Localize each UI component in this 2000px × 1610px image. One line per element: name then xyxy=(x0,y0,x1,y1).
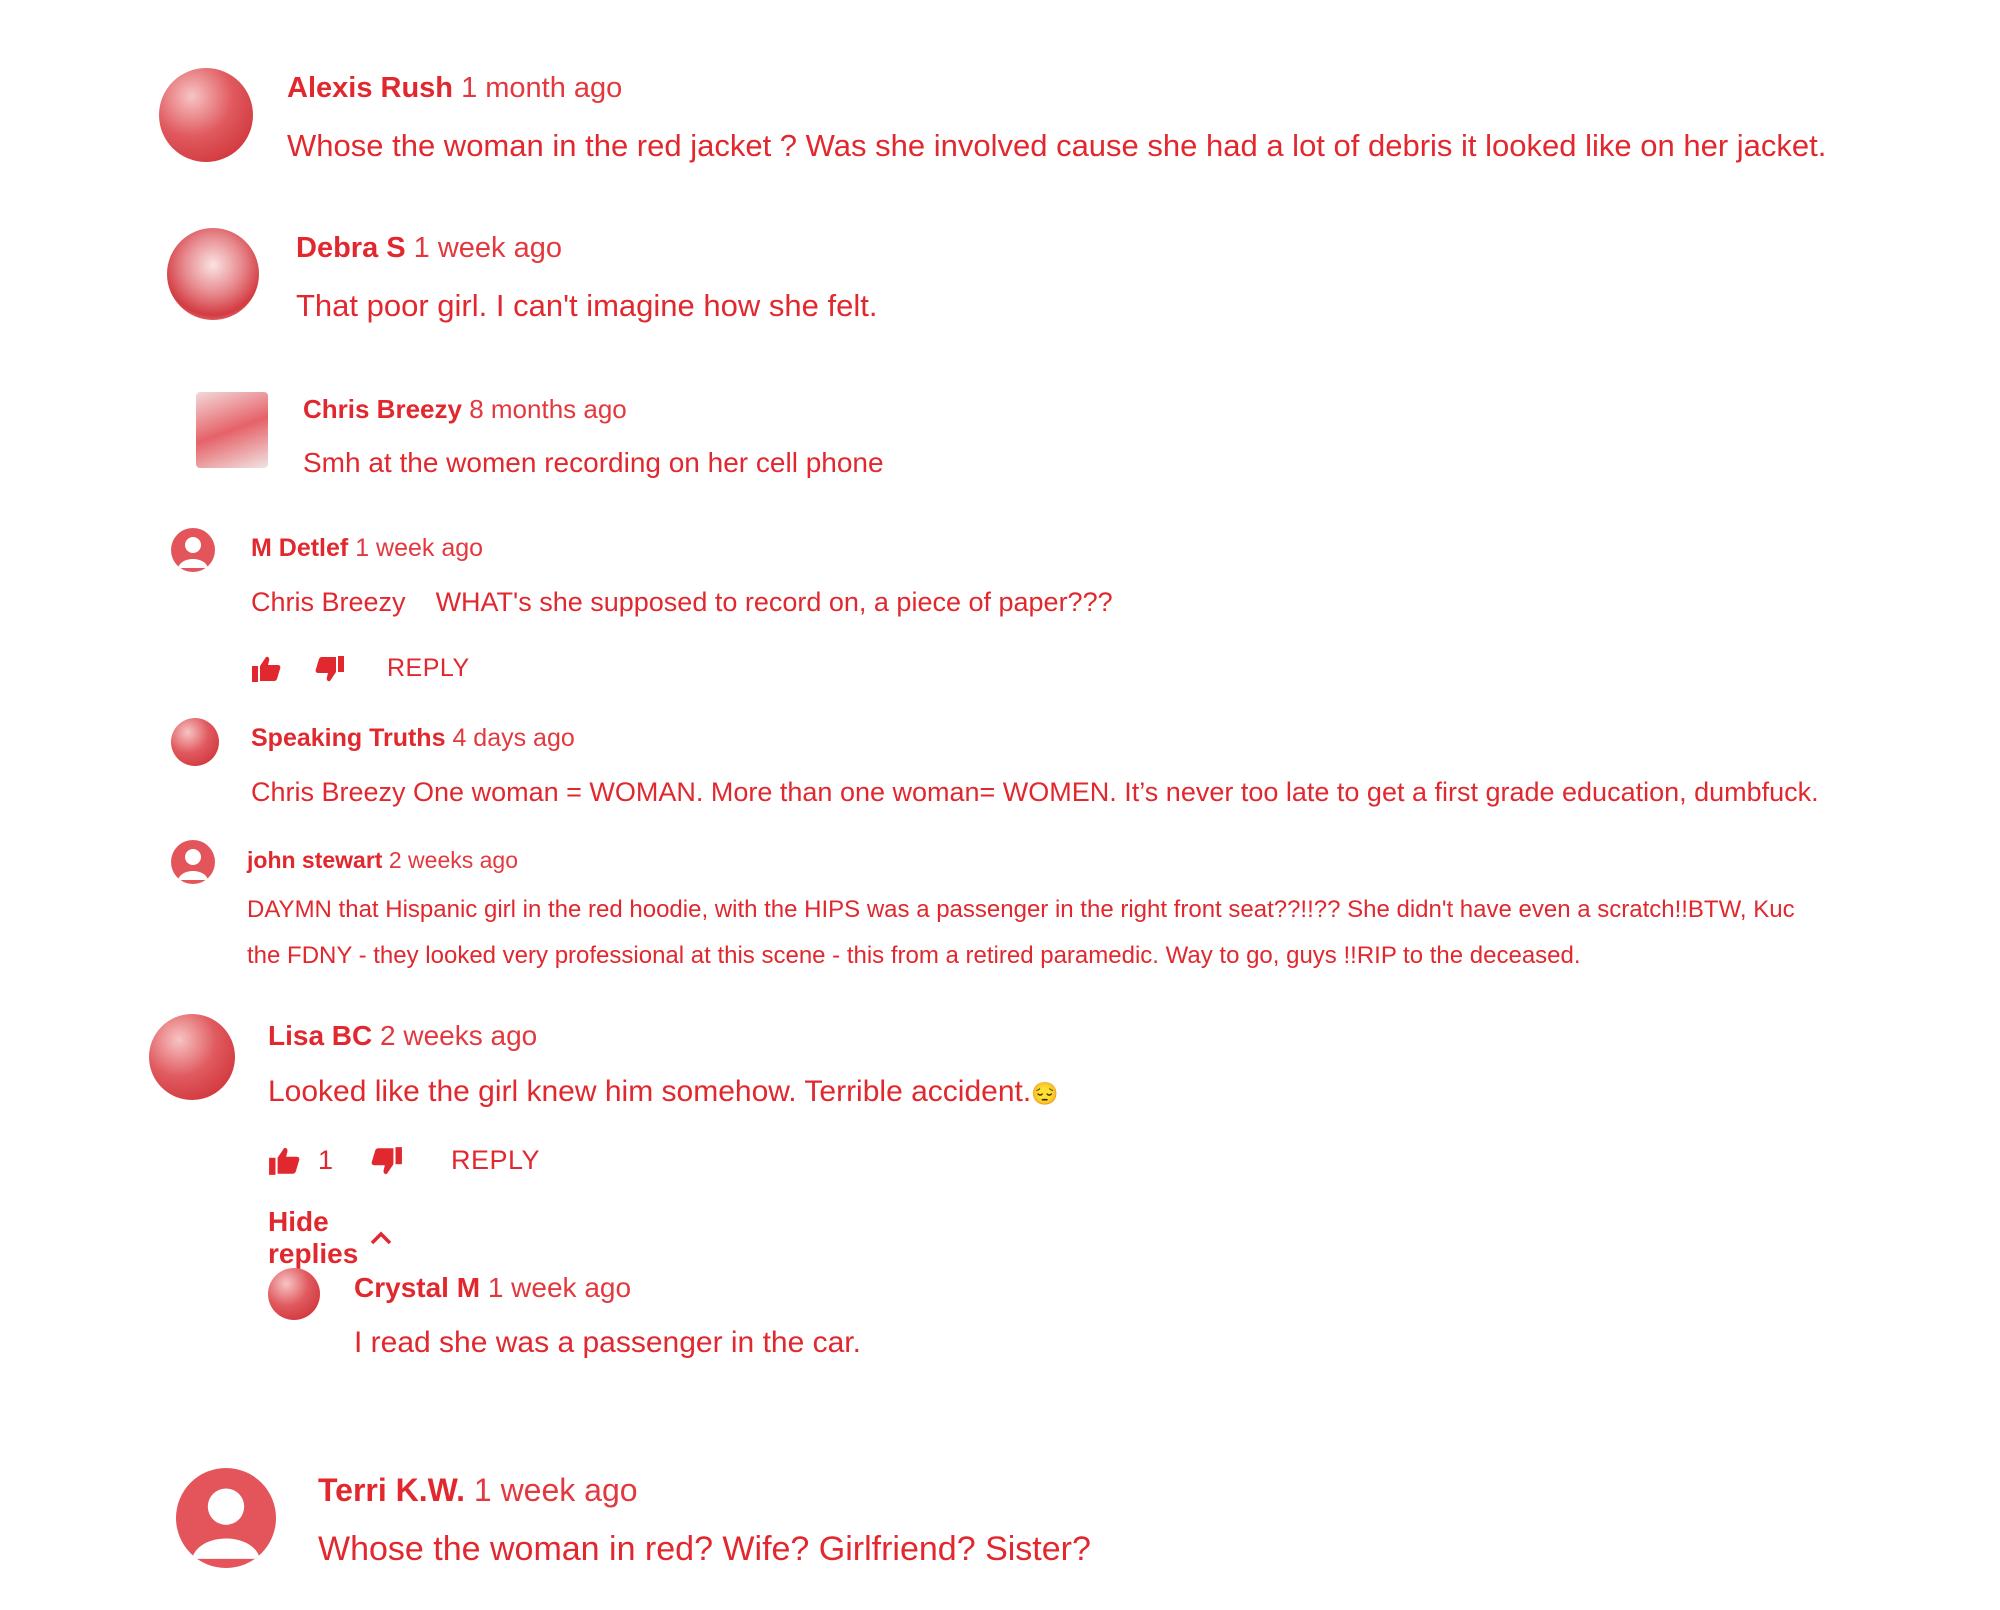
comment-body: WHAT's she supposed to record on, a piec… xyxy=(435,587,1113,617)
comment-header: Alexis Rush 1 month ago xyxy=(287,72,622,105)
comment-header: M Detlef 1 week ago xyxy=(251,534,483,563)
timestamp[interactable]: 2 weeks ago xyxy=(389,847,518,873)
comment-text: Smh at the women recording on her cell p… xyxy=(303,447,884,478)
thumbs-up-icon[interactable] xyxy=(268,1146,300,1176)
thumbs-up-icon[interactable] xyxy=(251,655,281,683)
avatar[interactable] xyxy=(196,392,268,468)
like-count: 1 xyxy=(318,1145,334,1175)
sad-face-emoji: 😔 xyxy=(1031,1081,1059,1106)
comment-actions: REPLY xyxy=(251,654,470,683)
comment-header: Chris Breezy 8 months ago xyxy=(303,394,627,425)
author-name[interactable]: Alexis Rush xyxy=(287,72,453,104)
person-icon xyxy=(178,537,208,568)
comment-header: Lisa BC 2 weeks ago xyxy=(268,1020,537,1052)
author-name[interactable]: Debra S xyxy=(296,232,406,264)
avatar[interactable] xyxy=(159,68,253,162)
hide-replies-toggle[interactable]: Hide replies xyxy=(268,1206,392,1270)
author-name[interactable]: Terri K.W. xyxy=(318,1472,465,1508)
avatar[interactable] xyxy=(149,1014,235,1100)
hide-replies-label: Hide replies xyxy=(268,1206,359,1269)
thumbs-down-icon[interactable] xyxy=(371,1146,403,1176)
author-name[interactable]: Crystal M xyxy=(354,1272,480,1303)
comment-text: I read she was a passenger in the car. xyxy=(354,1326,861,1359)
author-name[interactable]: Chris Breezy xyxy=(303,394,462,424)
thumbs-down-icon[interactable] xyxy=(315,655,345,683)
timestamp[interactable]: 1 week ago xyxy=(414,232,562,264)
author-name[interactable]: john stewart xyxy=(247,847,382,873)
avatar[interactable] xyxy=(176,1468,276,1568)
comment-header: Crystal M 1 week ago xyxy=(354,1272,631,1304)
reply-button[interactable]: REPLY xyxy=(451,1145,540,1176)
reply-button[interactable]: REPLY xyxy=(387,654,470,683)
timestamp[interactable]: 1 week ago xyxy=(488,1272,631,1303)
avatar[interactable] xyxy=(268,1268,320,1320)
comment-text: Chris Breezy One woman = WOMAN. More tha… xyxy=(251,777,1819,807)
comment-header: Debra S 1 week ago xyxy=(296,232,562,265)
comment-text: Whose the woman in the red jacket ? Was … xyxy=(287,128,1827,163)
avatar[interactable] xyxy=(171,528,215,572)
timestamp[interactable]: 1 month ago xyxy=(461,72,622,104)
comment-body: Looked like the girl knew him somehow. T… xyxy=(268,1075,1032,1108)
avatar[interactable] xyxy=(167,228,259,320)
author-name[interactable]: M Detlef xyxy=(251,534,348,562)
timestamp[interactable]: 8 months ago xyxy=(469,394,627,424)
comment-text: That poor girl. I can't imagine how she … xyxy=(296,288,878,323)
avatar[interactable] xyxy=(171,718,219,766)
comment-header: Speaking Truths 4 days ago xyxy=(251,724,575,753)
person-icon xyxy=(191,1488,261,1559)
timestamp[interactable]: 1 week ago xyxy=(355,534,483,562)
comment-text: Looked like the girl knew him somehow. T… xyxy=(268,1075,1059,1109)
author-name[interactable]: Speaking Truths xyxy=(251,724,445,752)
comment-header: john stewart 2 weeks ago xyxy=(247,847,518,874)
comment-header: Terri K.W. 1 week ago xyxy=(318,1472,638,1509)
timestamp[interactable]: 1 week ago xyxy=(474,1472,638,1508)
comment-text: Chris Breezy WHAT's she supposed to reco… xyxy=(251,587,1113,618)
comment-text: Whose the woman in red? Wife? Girlfriend… xyxy=(318,1530,1091,1568)
comment-text-line: DAYMN that Hispanic girl in the red hood… xyxy=(247,896,1795,923)
chevron-up-icon xyxy=(370,1231,392,1245)
mention-link[interactable]: Chris Breezy xyxy=(251,587,406,617)
comment-actions: 1 REPLY xyxy=(268,1145,540,1176)
timestamp[interactable]: 4 days ago xyxy=(452,724,574,752)
timestamp[interactable]: 2 weeks ago xyxy=(380,1020,537,1051)
avatar[interactable] xyxy=(171,840,215,884)
person-icon xyxy=(178,849,208,880)
comment-text-line: the FDNY - they looked very professional… xyxy=(247,942,1581,969)
author-name[interactable]: Lisa BC xyxy=(268,1020,372,1051)
